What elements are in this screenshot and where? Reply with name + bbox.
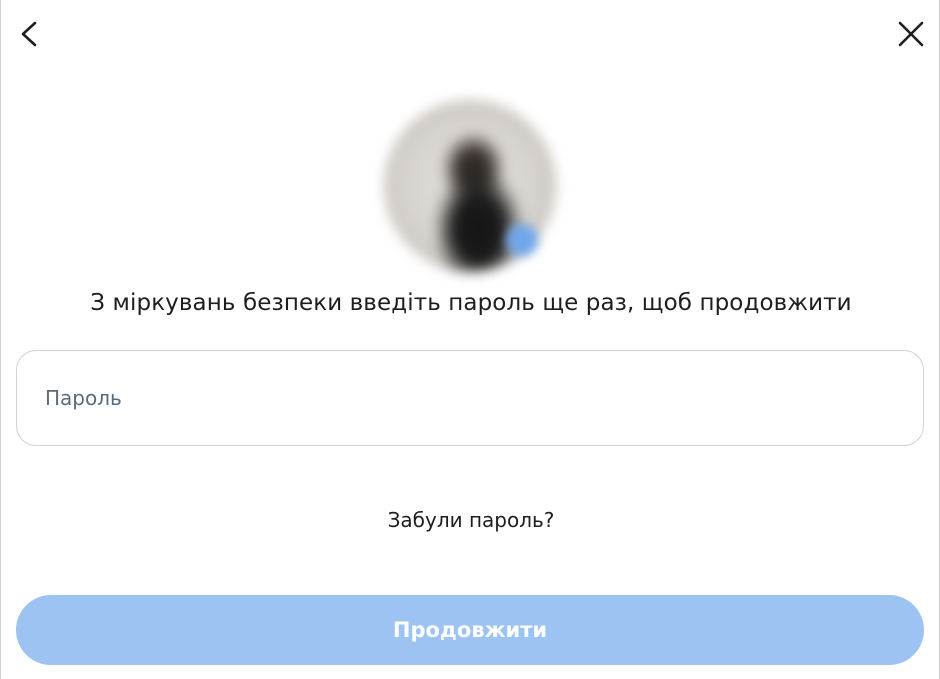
close-button[interactable] <box>891 16 931 56</box>
profile-avatar <box>384 100 556 272</box>
password-field[interactable] <box>16 350 924 446</box>
security-prompt: З міркувань безпеки введіть пароль ще ра… <box>90 290 852 316</box>
back-button[interactable] <box>9 16 49 56</box>
continue-button[interactable]: Продовжити <box>16 595 924 665</box>
chevron-left-icon <box>18 20 40 52</box>
password-input[interactable] <box>43 385 923 411</box>
avatar-badge <box>506 224 538 256</box>
close-icon <box>897 20 925 52</box>
forgot-password-link[interactable]: Забули пароль? <box>1 508 940 532</box>
reauth-dialog: З міркувань безпеки введіть пароль ще ра… <box>0 0 940 679</box>
